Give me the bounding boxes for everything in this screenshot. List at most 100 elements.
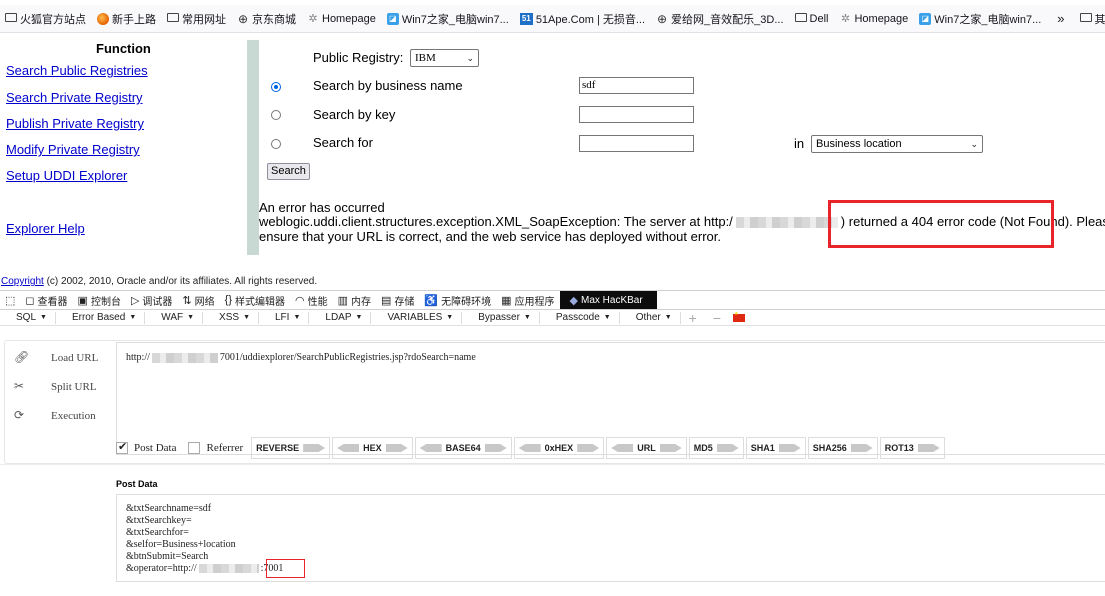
redacted-host	[198, 564, 259, 574]
post-data-line: &txtSearchfor=	[126, 527, 189, 538]
nav-setup-uddi-explorer[interactable]: Setup UDDI Explorer	[6, 168, 127, 183]
url-encode-button[interactable]: URL	[606, 437, 687, 459]
nav-publish-private-registry[interactable]: Publish Private Registry	[6, 116, 144, 131]
bookmark-item[interactable]: ✲ Homepage	[302, 13, 382, 25]
post-data-checkbox[interactable]	[116, 440, 128, 454]
nav-search-private-registry[interactable]: Search Private Registry	[6, 90, 143, 105]
radio-search-by-key[interactable]	[271, 110, 281, 120]
menu-ldap[interactable]: LDAP ▼	[309, 311, 372, 324]
folder-icon	[794, 12, 807, 22]
bookmark-item[interactable]: ⊕ 京东商城	[232, 11, 302, 27]
arrow-left-icon	[337, 444, 360, 452]
menu-error-based[interactable]: Error Based ▼	[56, 311, 146, 324]
tab-network[interactable]: ⇅ 网络	[177, 291, 219, 309]
execution-button[interactable]: ⟳ Execution	[14, 408, 96, 423]
tab-memory[interactable]: ▥ 内存	[333, 291, 376, 309]
china-flag-icon[interactable]	[733, 311, 746, 322]
location-select[interactable]: Business location ⌄	[811, 135, 983, 153]
md5-button[interactable]: MD5	[688, 437, 744, 459]
menu-bypasser[interactable]: Bypasser ▼	[462, 311, 540, 324]
bookmark-item[interactable]: 51 51Ape.Com | 无损音...	[515, 11, 651, 27]
hex-button[interactable]: HEX	[332, 437, 413, 459]
home-icon: ✲	[308, 12, 318, 25]
key-input[interactable]	[579, 106, 694, 123]
other-bookmarks[interactable]: 其他书签	[1075, 11, 1105, 27]
arrow-right-icon	[303, 444, 326, 452]
pick-element-button[interactable]: ⬚	[0, 291, 20, 309]
arrow-left-icon	[518, 444, 541, 452]
bookmark-item[interactable]: Dell	[790, 12, 835, 25]
menu-sql[interactable]: SQL ▼	[0, 311, 56, 324]
nav-search-public-registries[interactable]: Search Public Registries	[6, 63, 148, 78]
panel-separator	[0, 464, 1105, 465]
rot13-button[interactable]: ROT13	[879, 437, 945, 459]
search-for-input[interactable]	[579, 135, 694, 152]
sha1-button[interactable]: SHA1	[745, 437, 806, 459]
folder-icon	[5, 12, 17, 22]
post-data-line: &selfor=Business+location	[126, 539, 236, 550]
hackbar-menu: SQL ▼ Error Based ▼ WAF ▼ XSS ▼ LFI ▼ LDAP ▼ V…	[0, 310, 1105, 326]
split-url-button[interactable]: ✂ Split URL	[14, 379, 97, 394]
business-name-input[interactable]: sdf	[579, 77, 694, 94]
nav-modify-private-registry[interactable]: Modify Private Registry	[6, 142, 140, 157]
inspector-icon: ◻	[25, 294, 35, 307]
error-message-line2: ensure that your URL is correct, and the…	[259, 229, 721, 244]
0xhex-button[interactable]: 0xHEX	[513, 437, 605, 459]
menu-lfi[interactable]: LFI ▼	[259, 311, 310, 324]
sha256-button[interactable]: SHA256	[807, 437, 878, 459]
arrow-right-icon	[850, 444, 873, 452]
refresh-icon: ⟳	[14, 408, 25, 422]
hackbar-icon: ◆	[569, 294, 578, 307]
bookmark-item[interactable]: 火狐官方站点	[0, 11, 92, 27]
bookmark-item[interactable]: ✲ Homepage	[834, 13, 914, 25]
tab-console[interactable]: ▣ 控制台	[73, 291, 126, 309]
public-registry-select[interactable]: IBM ⌄	[410, 49, 479, 67]
arrow-right-icon	[659, 444, 682, 452]
caret-down-icon: ▼	[293, 314, 301, 321]
more-bookmarks-chevron-icon[interactable]: »	[1047, 11, 1074, 26]
base64-button[interactable]: BASE64	[414, 437, 512, 459]
search-for-label: Search for	[313, 135, 373, 150]
function-title: Function	[96, 41, 151, 56]
menu-xss[interactable]: XSS ▼	[203, 311, 259, 324]
radio-search-for[interactable]	[271, 139, 281, 149]
caret-down-icon: ▼	[664, 314, 672, 321]
reverse-button[interactable]: REVERSE	[251, 437, 331, 459]
tab-storage[interactable]: ▤ 存储	[376, 291, 419, 309]
tab-accessibility[interactable]: ♿ 无障碍环境	[419, 291, 496, 309]
post-data-textarea[interactable]: &txtSearchname=sdf &txtSearchkey= &txtSe…	[116, 494, 1105, 582]
bookmark-item[interactable]: 新手上路	[92, 11, 162, 27]
application-icon: ▦	[501, 294, 512, 307]
tab-debugger[interactable]: ▷ 调试器	[126, 291, 177, 309]
search-button[interactable]: Search	[267, 163, 310, 180]
copyright-link[interactable]: Copyright	[1, 276, 44, 287]
referrer-checkbox[interactable]	[188, 442, 201, 454]
menu-waf[interactable]: WAF ▼	[145, 311, 204, 324]
folder-icon	[167, 12, 179, 22]
menu-passcode[interactable]: Passcode ▼	[540, 311, 620, 324]
51ape-icon: 51	[519, 12, 533, 25]
load-url-button[interactable]: 🔗︎ Load URL	[14, 350, 98, 365]
bookmark-item[interactable]: ◪ Win7之家_电脑win7...	[382, 11, 515, 27]
radio-search-by-business-name[interactable]	[271, 82, 281, 92]
plus-icon[interactable]: +	[681, 310, 705, 326]
tab-inspector[interactable]: ◻ 查看器	[20, 291, 72, 309]
arrow-right-icon	[778, 444, 801, 452]
tab-max-hackbar[interactable]: ◆ Max HacKBar	[559, 291, 657, 309]
tab-performance[interactable]: ◠ 性能	[290, 291, 333, 309]
bookmark-item[interactable]: 常用网址	[162, 11, 232, 27]
nav-explorer-help[interactable]: Explorer Help	[6, 221, 85, 236]
menu-other[interactable]: Other ▼	[620, 311, 681, 324]
arrow-right-icon	[385, 444, 408, 452]
tab-application[interactable]: ▦ 应用程序	[496, 291, 559, 309]
pick-element-icon: ⬚	[5, 294, 16, 307]
search-by-key-label: Search by key	[313, 107, 396, 122]
menu-variables[interactable]: VARIABLES ▼	[371, 311, 463, 324]
storage-icon: ▤	[381, 294, 392, 307]
bookmark-item[interactable]: ⊕ 爱给网_音效配乐_3D...	[651, 11, 789, 27]
bookmark-item[interactable]: ◪ Win7之家_电脑win7...	[914, 11, 1047, 27]
win7-icon: ◪	[919, 12, 932, 25]
tab-style-editor[interactable]: {} 样式编辑器	[220, 291, 290, 309]
post-data-title: Post Data	[116, 479, 158, 489]
minus-icon[interactable]: −	[705, 310, 729, 326]
